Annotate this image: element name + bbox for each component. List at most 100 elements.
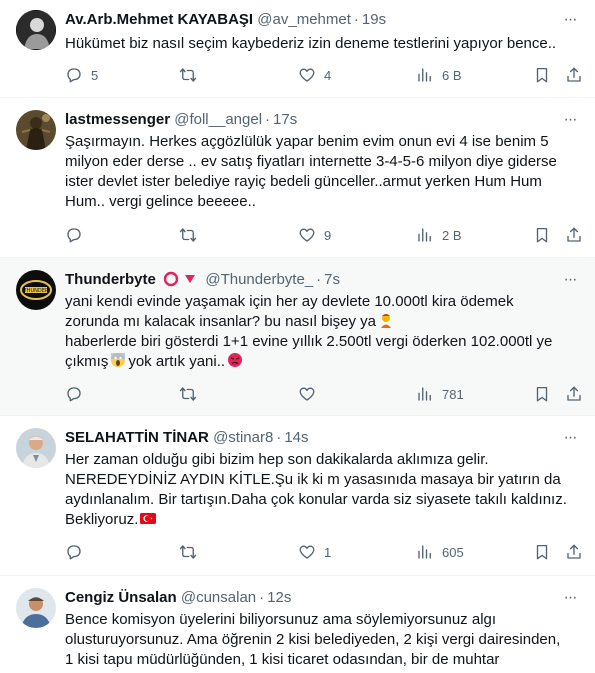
tweet-header: SELAHATTİN TİNAR @stinar8 · 14s [65,429,309,446]
avatar[interactable]: THUNDER [16,270,56,310]
views-icon [418,387,431,401]
view-count: 2 B [442,227,462,243]
retweet-icon [179,545,197,559]
tweet-text: Her zaman olduğu gibi bizim hep son daki… [65,451,567,528]
tweet[interactable]: Cengiz Ünsalan @cunsalan · 12s ··· Bence k… [0,576,595,673]
tweet-text: Bence komisyon üyelerini biliyorsunuz am… [65,611,561,668]
retweet-button[interactable] [179,384,205,404]
tweet[interactable]: Av.Arb.Mehmet KAYABAŞI @av_mehmet · 19s ··… [0,0,595,98]
share-icon [567,386,581,401]
avatar[interactable] [16,428,56,468]
avatar[interactable] [16,110,56,150]
views-icon [418,545,431,559]
tweet[interactable]: lastmessenger @foll__angel · 17s ··· Şaşır… [0,98,595,258]
more-icon[interactable]: ··· [561,428,579,448]
share-button[interactable] [565,542,583,562]
retweet-icon [179,68,197,82]
avatar[interactable] [16,10,56,50]
reply-icon [67,387,81,402]
reply-button[interactable]: 5 [65,65,98,85]
like-icon [299,387,315,401]
views-button[interactable]: 605 [416,542,464,562]
share-button[interactable] [565,65,583,85]
retweet-button[interactable] [179,542,205,562]
view-count: 6 B [442,67,462,83]
share-button[interactable] [565,225,583,245]
like-button[interactable]: 1 [298,542,331,562]
views-icon [418,68,431,82]
view-count: 605 [442,544,464,560]
share-button[interactable] [565,384,583,404]
reply-button[interactable] [65,542,91,562]
like-count: 4 [324,67,332,83]
author-name[interactable]: Thunderbyte [65,271,156,288]
svg-text:THUNDER: THUNDER [23,288,49,294]
timestamp[interactable]: 7s [324,271,340,288]
share-icon [567,544,581,559]
bookmark-icon [536,544,548,560]
scream-face-emoji-icon [111,353,126,367]
retweet-button[interactable] [179,225,205,245]
tweet-actions: 781 [65,384,585,404]
bookmark-icon [536,386,548,402]
timestamp[interactable]: 19s [362,11,386,28]
flag-tr-icon [140,513,157,524]
tweet[interactable]: SELAHATTİN TİNAR @stinar8 · 14s ··· Her za… [0,416,595,576]
bookmark-icon [536,227,548,243]
views-button[interactable]: 781 [416,384,464,404]
reply-icon [67,545,81,560]
bookmark-button[interactable] [533,384,551,404]
bookmark-button[interactable] [533,225,551,245]
retweet-icon [179,387,197,401]
reply-button[interactable] [65,384,91,404]
tweet-actions: 1 605 [65,542,585,562]
more-icon[interactable]: ··· [561,588,579,608]
like-button[interactable]: 9 [298,225,331,245]
timestamp[interactable]: 17s [273,111,297,128]
angry-face-emoji-icon [228,353,243,367]
author-handle[interactable]: @cunsalan [181,589,256,606]
share-icon [567,227,581,242]
author-name[interactable]: Av.Arb.Mehmet KAYABAŞI [65,11,253,28]
views-button[interactable]: 6 B [416,65,462,85]
more-icon[interactable]: ··· [561,110,579,130]
author-name[interactable]: Cengiz Ünsalan [65,589,177,606]
tweet-text: Hükümet biz nasıl seçim kaybederiz izin … [65,35,557,52]
like-icon [299,228,315,242]
timestamp[interactable]: 14s [284,429,308,446]
like-count: 9 [324,227,332,243]
tweet-text: yani kendi evinde yaşamak için her ay de… [65,293,553,370]
bookmark-button[interactable] [533,65,551,85]
tweet-header: lastmessenger @foll__angel · 17s [65,111,298,128]
timestamp[interactable]: 12s [267,589,291,606]
reply-icon [67,228,81,243]
views-button[interactable]: 2 B [416,225,462,245]
author-handle[interactable]: @Thunderbyte_ [205,271,313,288]
tweet-header: Cengiz Ünsalan @cunsalan · 12s [65,589,292,606]
retweet-icon [179,228,197,242]
tweet-actions: 9 2 B [65,225,585,245]
more-icon[interactable]: ··· [561,10,579,30]
reply-button[interactable] [65,225,91,245]
like-button[interactable] [298,384,324,404]
bookmark-button[interactable] [533,542,551,562]
author-handle[interactable]: @stinar8 [213,429,273,446]
person-gesturing-emoji-icon [381,314,392,328]
author-name[interactable]: SELAHATTİN TİNAR [65,429,209,446]
red-triangle-icon [185,275,196,283]
more-icon[interactable]: ··· [561,270,579,290]
retweet-button[interactable] [179,65,205,85]
reply-icon [67,68,81,83]
tweet-header: Av.Arb.Mehmet KAYABAŞI @av_mehmet · 19s [65,11,387,28]
tweet-actions: 5 4 6 B [65,65,585,85]
author-handle[interactable]: @av_mehmet [257,11,351,28]
reply-count: 5 [91,67,99,83]
like-button[interactable]: 4 [298,65,331,85]
avatar[interactable] [16,588,56,628]
like-count: 1 [324,544,332,560]
author-name[interactable]: lastmessenger [65,111,170,128]
bookmark-icon [536,67,548,83]
author-handle[interactable]: @foll__angel [174,111,262,128]
view-count: 781 [442,386,464,402]
tweet[interactable]: THUNDER Thunderbyte @Thunderbyte_ · 7s ···… [0,258,595,416]
